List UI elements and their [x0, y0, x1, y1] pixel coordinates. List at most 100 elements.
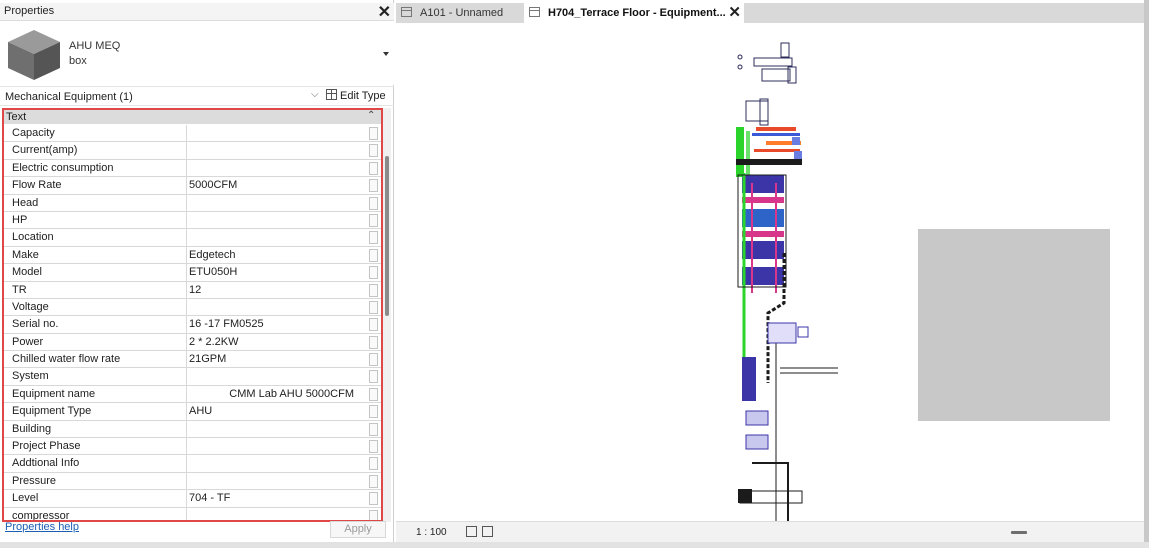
property-value-field[interactable]: ETU050H	[186, 264, 368, 282]
apply-button[interactable]: Apply	[330, 521, 386, 538]
property-row: Capacity	[4, 125, 381, 143]
row-parameter-button[interactable]	[369, 422, 378, 436]
category-filter-label[interactable]: Mechanical Equipment (1)	[5, 91, 133, 103]
element-filter: Mechanical Equipment (1) ⌵ Edit Type	[0, 86, 394, 106]
chevron-down-icon[interactable]: ⌵	[311, 89, 319, 100]
properties-palette: Properties ✕ AHU MEQ box Mechanical Equi…	[0, 0, 394, 548]
row-parameter-button[interactable]	[369, 370, 378, 384]
row-parameter-button[interactable]	[369, 318, 378, 332]
property-row: TR 12	[4, 281, 381, 299]
property-value-field[interactable]	[186, 211, 368, 229]
property-name: Level	[12, 492, 39, 505]
property-value-field[interactable]: Edgetech	[186, 246, 368, 264]
row-parameter-button[interactable]	[369, 335, 378, 349]
property-value-field[interactable]	[186, 194, 368, 212]
row-parameter-button[interactable]	[369, 440, 378, 454]
close-icon[interactable]: ✕	[378, 2, 391, 22]
property-scrollbar[interactable]	[383, 108, 391, 522]
row-parameter-button[interactable]	[369, 127, 378, 140]
edit-type-button[interactable]: Edit Type	[326, 89, 386, 104]
status-bar	[0, 542, 1149, 548]
edit-type-label: Edit Type	[340, 90, 386, 102]
row-parameter-button[interactable]	[369, 196, 378, 210]
drawing-canvas[interactable]	[396, 23, 1144, 521]
property-value-field[interactable]: 21GPM	[186, 351, 368, 369]
property-name: Equipment name	[12, 387, 96, 400]
row-parameter-button[interactable]	[369, 353, 378, 367]
property-name: Flow Rate	[12, 179, 62, 192]
property-group-header[interactable]: Text ⌃	[4, 110, 381, 124]
property-value-field[interactable]	[186, 420, 368, 438]
tab-label: A101 - Unnamed	[420, 7, 504, 19]
property-row: compressor	[4, 507, 381, 522]
box-type-thumbnail	[8, 30, 60, 80]
row-parameter-button[interactable]	[369, 213, 378, 227]
row-parameter-button[interactable]	[369, 248, 378, 262]
property-value-field[interactable]	[186, 142, 368, 160]
properties-title: Properties	[4, 5, 55, 17]
property-value-field[interactable]	[186, 455, 368, 473]
property-name: Addtional Info	[12, 457, 80, 470]
property-name: Chilled water flow rate	[12, 353, 121, 366]
property-value-field[interactable]	[186, 472, 368, 490]
view-control-bar: 1 : 100	[396, 521, 1144, 542]
properties-help-link[interactable]: Properties help	[5, 521, 79, 533]
row-parameter-button[interactable]	[369, 144, 378, 158]
property-name: Voltage	[12, 300, 49, 313]
property-value-field[interactable]: 5000CFM	[186, 177, 368, 195]
property-name: Current(amp)	[12, 144, 78, 157]
property-row: Flow Rate 5000CFM	[4, 177, 381, 195]
property-value-field[interactable]	[186, 438, 368, 456]
property-value-field[interactable]	[186, 298, 368, 316]
property-name: Electric consumption	[12, 161, 114, 174]
tab-h704-equipment[interactable]: H704_Terrace Floor - Equipment... ✕	[524, 3, 744, 23]
property-row: Electric consumption	[4, 159, 381, 178]
row-parameter-button[interactable]	[369, 300, 378, 314]
row-parameter-button[interactable]	[369, 492, 378, 506]
property-row: Equipment name CMM Lab AHU 5000CFM	[4, 385, 381, 404]
property-value-field[interactable]: AHU	[186, 403, 368, 421]
row-parameter-button[interactable]	[369, 457, 378, 471]
detail-level-icon[interactable]	[466, 526, 477, 537]
property-value-field[interactable]: 2 * 2.2KW	[186, 333, 368, 351]
row-parameter-button[interactable]	[369, 179, 378, 193]
chevron-down-icon[interactable]	[383, 52, 389, 56]
view-tab-bar: A101 - Unnamed H704_Terrace Floor - Equi…	[396, 3, 1144, 23]
sheet-icon	[401, 7, 412, 17]
row-parameter-button[interactable]	[369, 283, 378, 297]
row-parameter-button[interactable]	[369, 387, 378, 401]
tab-a101[interactable]: A101 - Unnamed	[396, 3, 522, 23]
row-parameter-button[interactable]	[369, 266, 378, 280]
property-row: Serial no. 16 -17 FM0525	[4, 316, 381, 334]
property-value-field[interactable]: 12	[186, 281, 368, 299]
property-name: Head	[12, 196, 39, 209]
property-row: Project Phase	[4, 438, 381, 456]
horizontal-scroll-thumb[interactable]	[1011, 531, 1027, 534]
property-value-field[interactable]	[186, 368, 368, 386]
property-value-field[interactable]: 16 -17 FM0525	[186, 316, 368, 334]
row-parameter-button[interactable]	[369, 405, 378, 419]
collapse-icon[interactable]: ⌃	[367, 110, 375, 121]
property-value-field[interactable]: 704 - TF	[186, 490, 368, 508]
property-value-field[interactable]	[186, 159, 368, 177]
property-name: TR	[12, 283, 27, 296]
row-parameter-button[interactable]	[369, 474, 378, 488]
property-rows: Capacity Current(amp) Electric consumption…	[4, 125, 381, 522]
property-row: Model ETU050H	[4, 264, 381, 282]
property-value-field[interactable]	[186, 125, 368, 142]
visual-style-icon[interactable]	[482, 526, 493, 537]
property-value-field[interactable]: CMM Lab AHU 5000CFM	[186, 385, 368, 403]
close-tab-icon[interactable]: ✕	[728, 3, 741, 21]
row-parameter-button[interactable]	[369, 231, 378, 245]
property-name: Equipment Type	[12, 405, 92, 418]
tab-label: H704_Terrace Floor - Equipment...	[548, 7, 726, 19]
type-selector[interactable]: AHU MEQ box	[0, 21, 394, 85]
property-value-field[interactable]	[186, 507, 368, 520]
scrollbar-thumb[interactable]	[385, 156, 389, 316]
row-parameter-button[interactable]	[369, 161, 378, 175]
view-scale[interactable]: 1 : 100	[416, 527, 447, 538]
property-name: compressor	[12, 509, 70, 522]
property-name: HP	[12, 213, 28, 226]
property-row: Head	[4, 194, 381, 212]
property-value-field[interactable]	[186, 229, 368, 247]
